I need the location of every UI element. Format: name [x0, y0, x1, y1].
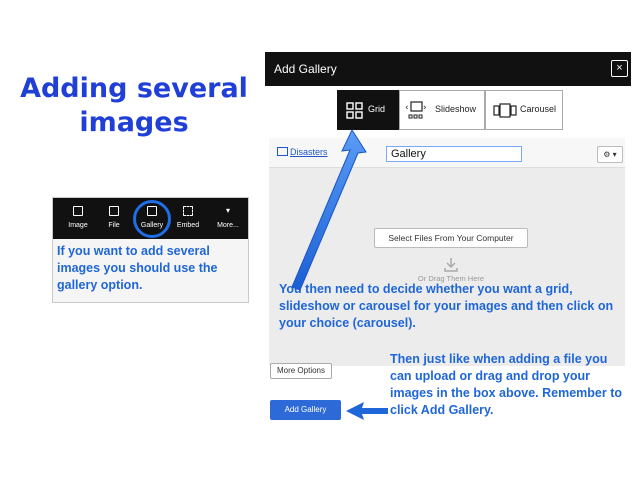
add-gallery-button[interactable]: Add Gallery: [270, 400, 341, 420]
slideshow-icon: ‹ ›: [405, 101, 427, 119]
toolbar-file-button[interactable]: File: [97, 198, 131, 239]
type-carousel-button[interactable]: Carousel: [485, 90, 563, 130]
gallery-settings-bar: Disasters Gallery ⚙ ▾: [269, 138, 625, 168]
embed-icon: [183, 206, 193, 216]
select-files-button[interactable]: Select Files From Your Computer: [374, 228, 528, 248]
dialog-header: Add Gallery ×: [265, 52, 631, 86]
download-icon: [444, 258, 458, 272]
inset-note: If you want to add several images you sh…: [57, 244, 218, 292]
gallery-highlight-circle: [133, 200, 171, 238]
gallery-name-input[interactable]: Gallery: [386, 146, 522, 162]
slide-title: Adding several images: [20, 73, 248, 138]
close-icon[interactable]: ×: [611, 60, 628, 77]
type-grid-button[interactable]: Grid: [337, 90, 399, 130]
folder-icon: [277, 147, 288, 156]
carousel-icon: [493, 103, 517, 118]
type-slideshow-button[interactable]: ‹ › Slideshow: [399, 90, 485, 130]
toolbar-image-button[interactable]: Image: [61, 198, 95, 239]
settings-dropdown-button[interactable]: ⚙ ▾: [597, 146, 623, 163]
folder-link[interactable]: Disasters: [277, 147, 328, 157]
more-options-button[interactable]: More Options: [270, 363, 332, 379]
dialog-title: Add Gallery: [274, 62, 337, 76]
inset-screenshot: Image File Gallery Embed ▾ More... If yo…: [52, 197, 249, 303]
file-icon: [109, 206, 119, 216]
annotation-upload: Then just like when adding a file you ca…: [390, 352, 623, 417]
svg-text:›: ›: [423, 103, 427, 113]
grid-icon: [346, 102, 363, 119]
toolbar-embed-button[interactable]: Embed: [171, 198, 205, 239]
image-icon: [73, 206, 83, 216]
more-icon: ▾: [225, 206, 230, 215]
annotation-choose-type: You then need to decide whether you want…: [279, 282, 614, 330]
svg-text:‹: ‹: [405, 103, 409, 113]
toolbar-more-button[interactable]: ▾ More...: [211, 198, 245, 239]
